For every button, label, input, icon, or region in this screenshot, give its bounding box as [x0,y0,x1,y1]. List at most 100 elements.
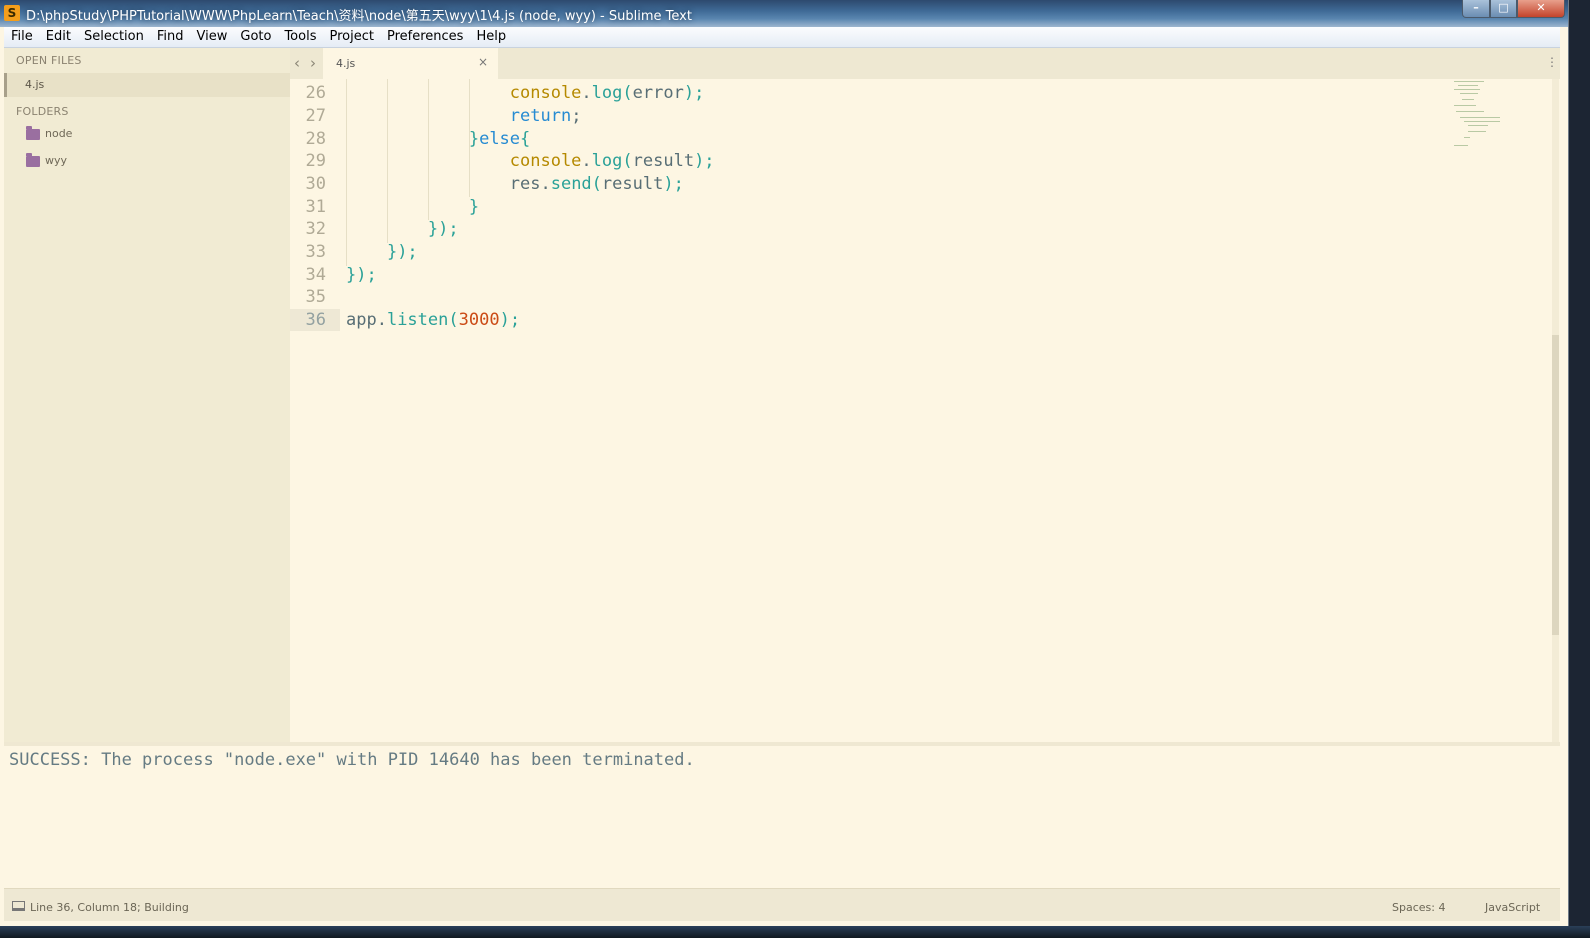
token: send [550,174,592,194]
sidebar: OPEN FILES 4.js FOLDERS node wyy [4,48,290,742]
line-number: 31 [305,197,326,217]
token: result [632,151,695,171]
menu-bar: File Edit Selection Find View Goto Tools Projec… [4,27,1560,48]
minimap-line [1462,99,1474,100]
open-files-header: OPEN FILES [16,54,82,67]
menu-selection[interactable]: Selection [77,27,150,47]
tab-label: 4.js [336,57,356,70]
chevron-left-icon[interactable]: ‹ [294,54,300,72]
build-output-panel[interactable]: SUCCESS: The process "node.exe" with PID… [4,742,1560,888]
scrollbar-thumb[interactable] [1552,335,1559,635]
code-line-30: res.send(result); [346,173,684,195]
token: }); [346,265,377,285]
minimap-line [1458,85,1478,86]
token: } [468,129,480,149]
token: console [509,151,582,171]
code-line-33: }); [346,241,418,263]
close-window-button[interactable]: ✕ [1517,0,1565,18]
syntax-selector[interactable]: JavaScript [1485,901,1540,914]
line-number: 26 [305,83,326,103]
token: res. [509,174,551,194]
token: } [468,197,480,217]
minimap-line [1460,93,1478,94]
minimap-line [1454,105,1476,106]
panel-toggle-icon[interactable] [12,901,25,911]
token: }); [386,242,418,262]
tab-close-icon[interactable]: × [478,55,488,69]
menu-preferences[interactable]: Preferences [380,27,469,47]
minimize-button[interactable]: – [1462,0,1490,18]
token: ( [448,310,459,330]
line-number: 35 [305,287,326,307]
line-number: 29 [305,151,326,171]
minimap-line [1456,111,1484,112]
line-number: 32 [305,219,326,239]
sublime-app-icon: S [4,5,20,21]
code-line-28: }else{ [346,128,530,150]
code-line-29: console.log(result); [346,150,715,172]
folder-icon [26,126,40,140]
line-number: 30 [305,174,326,194]
token: ); [499,310,521,330]
line-number: 33 [305,242,326,262]
cursor-position: Line 36, Column 18; Building [30,901,189,914]
menu-project[interactable]: Project [322,27,379,47]
sublime-window: S D:\phpStudy\PHPTutorial\WWW\PhpLearn\T… [0,0,1569,926]
menu-file[interactable]: File [4,27,39,47]
status-bar: Line 36, Column 18; Building Spaces: 4 J… [4,888,1560,921]
line-number: 28 [305,129,326,149]
chevron-right-icon[interactable]: › [310,54,316,72]
code-line-34: }); [346,264,377,286]
menu-view[interactable]: View [190,27,234,47]
folder-label: wyy [45,154,68,167]
code-line-26: console.log(error); [346,82,705,104]
menu-find[interactable]: Find [150,27,190,47]
maximize-button[interactable]: □ [1490,0,1517,18]
line-number: 27 [305,106,326,126]
more-options-icon[interactable]: ⋮ [1546,55,1558,69]
menu-goto[interactable]: Goto [233,27,277,47]
code-editor[interactable]: 26 27 28 29 30 31 32 33 34 35 36 console… [290,79,1560,742]
minimap[interactable] [1454,79,1514,159]
token: listen [386,310,449,330]
token: ); [694,151,715,171]
code-line-31: } [346,196,479,218]
minimap-line [1468,131,1486,132]
token: . [581,83,592,103]
token: else [479,129,521,149]
token: console [509,83,582,103]
token: . [581,151,592,171]
indentation-setting[interactable]: Spaces: 4 [1392,901,1445,914]
minimap-line [1464,121,1500,122]
token: log [591,83,623,103]
minimap-line [1454,89,1480,90]
tab-4js[interactable]: 4.js × [323,48,498,79]
folder-icon [26,153,40,167]
token: ( [591,174,602,194]
token: }); [427,219,459,239]
token: return [509,106,572,126]
folders-header: FOLDERS [16,105,69,118]
vertical-scrollbar[interactable] [1552,79,1559,742]
open-file-label: 4.js [25,78,45,91]
token: ; [571,106,582,126]
menu-help[interactable]: Help [469,27,512,47]
code-line-27: return; [346,105,582,127]
token: ); [663,174,684,194]
open-file-item[interactable]: 4.js [4,73,290,97]
minimap-line [1454,145,1468,146]
token: result [601,174,664,194]
title-bar[interactable]: S D:\phpStudy\PHPTutorial\WWW\PhpLearn\T… [0,0,1568,27]
menu-edit[interactable]: Edit [39,27,77,47]
minimap-line [1468,125,1488,126]
minimap-line [1464,137,1470,138]
token: 3000 [458,310,500,330]
code-line-32: }); [346,218,459,240]
code-line-36: app.listen(3000); [346,309,520,331]
tab-bar: ‹ › 4.js × ⋮ [290,48,1560,79]
minimap-line [1460,117,1500,118]
menu-tools[interactable]: Tools [277,27,322,47]
token: error [632,83,684,103]
token: ( [622,151,633,171]
token: { [520,129,531,149]
